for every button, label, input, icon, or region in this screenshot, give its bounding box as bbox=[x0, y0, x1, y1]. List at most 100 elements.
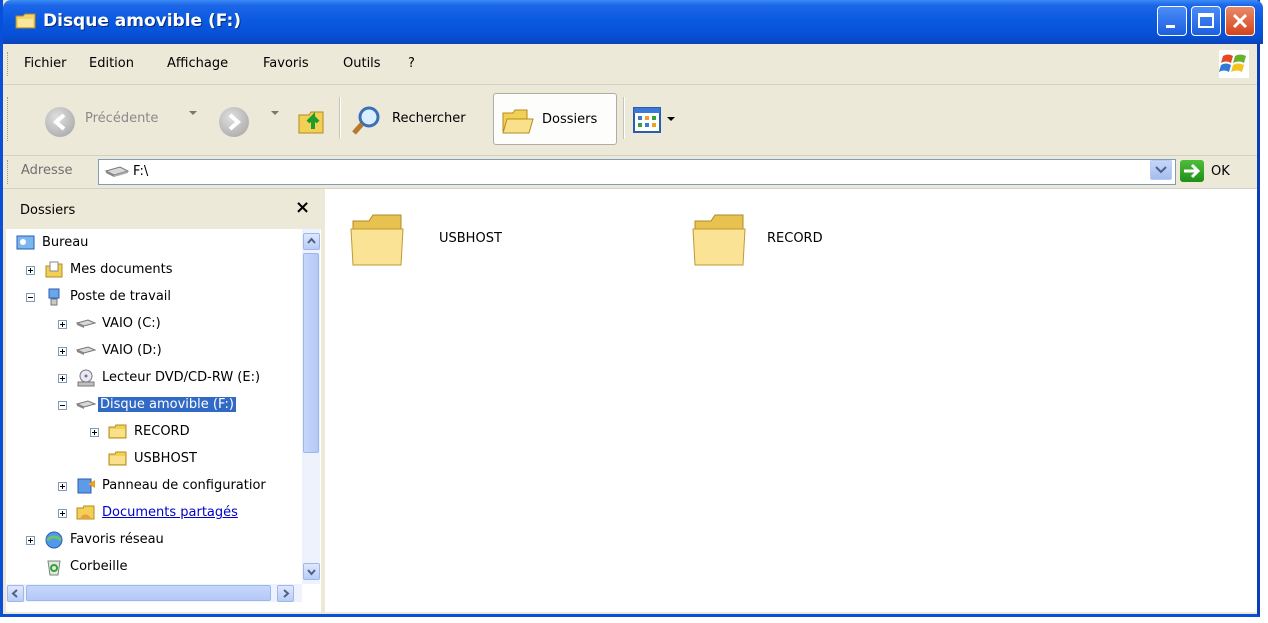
back-label: Précédente bbox=[85, 111, 159, 126]
address-dropdown-button[interactable] bbox=[1150, 160, 1172, 180]
scroll-right-button[interactable] bbox=[277, 585, 294, 602]
expand-icon[interactable] bbox=[90, 428, 99, 437]
expand-icon[interactable] bbox=[58, 374, 67, 383]
address-value: F:\ bbox=[133, 164, 149, 179]
removable-drive-icon bbox=[104, 166, 130, 177]
views-button[interactable] bbox=[629, 93, 679, 145]
chevron-right-icon bbox=[283, 589, 290, 598]
expand-icon[interactable] bbox=[26, 536, 35, 545]
collapse-icon[interactable] bbox=[26, 293, 35, 302]
tree-label: RECORD bbox=[134, 424, 190, 439]
file-name: RECORD bbox=[767, 231, 823, 246]
views-icon bbox=[633, 107, 661, 133]
address-bar: Adresse F:\ OK bbox=[3, 156, 1257, 189]
chevron-up-icon bbox=[307, 237, 316, 244]
folders-pane-header: Dossiers × bbox=[6, 189, 321, 229]
address-grip bbox=[7, 160, 11, 184]
scroll-thumb[interactable] bbox=[303, 253, 319, 453]
windows-logo-icon bbox=[1219, 50, 1249, 78]
search-button[interactable]: Rechercher bbox=[346, 93, 486, 145]
tree-label: Lecteur DVD/CD-RW (E:) bbox=[102, 370, 261, 385]
scroll-down-button[interactable] bbox=[303, 563, 320, 580]
tree-horizontal-scrollbar[interactable] bbox=[6, 584, 302, 602]
scroll-thumb[interactable] bbox=[26, 585, 271, 601]
minimize-button[interactable] bbox=[1157, 6, 1187, 36]
title-bar[interactable]: Disque amovible (F:) bbox=[3, 0, 1263, 44]
search-icon bbox=[352, 106, 380, 135]
expand-icon[interactable] bbox=[26, 266, 35, 275]
up-folder-icon bbox=[298, 111, 324, 134]
tree-label: USBHOST bbox=[134, 451, 197, 466]
control-panel-icon bbox=[77, 478, 95, 494]
shared-documents-icon bbox=[76, 505, 95, 520]
menu-help[interactable]: ? bbox=[408, 56, 415, 71]
menu-fichier[interactable]: Fichier bbox=[24, 56, 67, 71]
menu-affichage[interactable]: Affichage bbox=[167, 56, 228, 71]
folders-pane-title: Dossiers bbox=[20, 203, 76, 218]
close-pane-icon[interactable]: × bbox=[295, 197, 310, 218]
drive-icon bbox=[76, 319, 96, 328]
back-button[interactable]: Précédente bbox=[33, 93, 183, 145]
scroll-left-button[interactable] bbox=[7, 585, 24, 602]
forward-arrow-icon bbox=[219, 107, 249, 137]
folder-icon bbox=[692, 214, 746, 266]
address-label: Adresse bbox=[21, 163, 73, 178]
expand-icon[interactable] bbox=[58, 320, 67, 329]
folder-icon bbox=[108, 451, 127, 466]
file-item-record[interactable]: RECORD bbox=[691, 209, 891, 279]
maximize-button[interactable] bbox=[1191, 6, 1221, 36]
folders-pane: Dossiers × Bureau Mes documents Poste de… bbox=[6, 189, 325, 612]
desktop-icon bbox=[16, 235, 35, 250]
toolbar-separator bbox=[623, 97, 625, 139]
tree-label: Favoris réseau bbox=[70, 532, 164, 547]
scroll-up-button[interactable] bbox=[303, 233, 320, 250]
folder-icon bbox=[350, 214, 404, 266]
back-dropdown-icon[interactable] bbox=[189, 111, 197, 115]
drive-icon bbox=[76, 346, 96, 355]
menu-edition[interactable]: Edition bbox=[89, 56, 134, 71]
menu-outils[interactable]: Outils bbox=[343, 56, 381, 71]
folders-label: Dossiers bbox=[542, 112, 598, 127]
up-folder-button[interactable] bbox=[293, 93, 333, 145]
go-arrow-icon[interactable] bbox=[1180, 160, 1204, 182]
tree-label: Documents partagés bbox=[102, 505, 238, 520]
folders-icon bbox=[502, 109, 534, 134]
network-places-icon bbox=[45, 531, 63, 549]
forward-button[interactable] bbox=[215, 93, 257, 145]
address-input[interactable]: F:\ bbox=[98, 159, 1176, 185]
minimize-icon bbox=[1166, 25, 1175, 28]
removable-drive-icon bbox=[76, 400, 96, 409]
maximize-icon bbox=[1198, 13, 1214, 28]
chevron-down-icon bbox=[1155, 166, 1167, 174]
toolbar-grip bbox=[7, 97, 11, 141]
forward-dropdown-icon[interactable] bbox=[271, 111, 279, 115]
expand-icon[interactable] bbox=[58, 482, 67, 491]
expand-icon[interactable] bbox=[58, 509, 67, 518]
tree-label: Mes documents bbox=[70, 262, 173, 277]
expand-icon[interactable] bbox=[58, 347, 67, 356]
explorer-window: Disque amovible (F:) Fichier Edition Aff… bbox=[0, 0, 1263, 617]
folder-icon bbox=[108, 424, 127, 439]
folder-window-icon bbox=[15, 13, 36, 29]
folder-tree: Bureau Mes documents Poste de travail VA… bbox=[6, 229, 302, 584]
close-icon bbox=[1232, 13, 1248, 29]
folders-button[interactable]: Dossiers bbox=[493, 93, 617, 145]
collapse-icon[interactable] bbox=[58, 401, 67, 410]
search-label: Rechercher bbox=[392, 111, 466, 126]
tree-label: Corbeille bbox=[70, 559, 128, 574]
close-button[interactable] bbox=[1225, 6, 1255, 36]
go-label[interactable]: OK bbox=[1211, 164, 1230, 179]
recycle-bin-icon bbox=[47, 560, 61, 576]
menu-grip bbox=[7, 52, 11, 76]
file-item-usbhost[interactable]: USBHOST bbox=[349, 209, 549, 279]
tree-vertical-scrollbar[interactable] bbox=[302, 229, 320, 584]
chevron-down-icon bbox=[307, 569, 316, 576]
tree-label: Bureau bbox=[42, 235, 89, 250]
tree-label: VAIO (D:) bbox=[102, 343, 162, 358]
toolbar-separator bbox=[339, 97, 341, 139]
views-dropdown-icon bbox=[667, 117, 675, 121]
tree-label: Poste de travail bbox=[70, 289, 172, 304]
menu-favoris[interactable]: Favoris bbox=[263, 56, 309, 71]
tree-label: VAIO (C:) bbox=[102, 316, 161, 331]
my-documents-icon bbox=[45, 261, 63, 278]
